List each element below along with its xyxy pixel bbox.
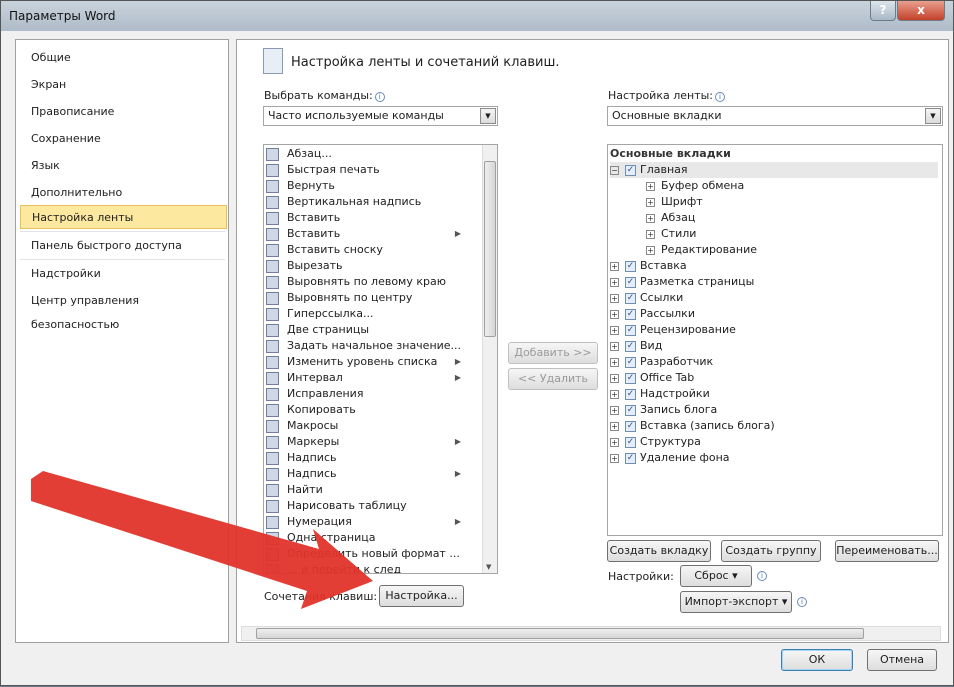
- red-arrow-annotation: [31, 471, 373, 609]
- arrow-shape: [31, 471, 373, 609]
- word-options-dialog: Параметры Word ? x Общие Экран Правописани…: [0, 0, 954, 686]
